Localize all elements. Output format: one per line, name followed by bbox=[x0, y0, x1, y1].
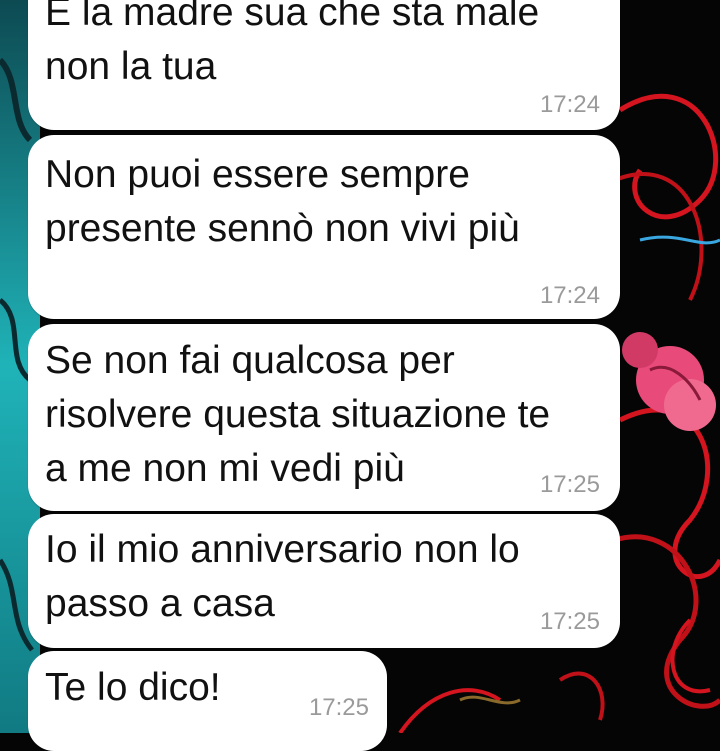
message-bubble[interactable]: Te lo dico! 17:25 bbox=[28, 651, 387, 751]
message-text: Non puoi essere sempre presente sennò no… bbox=[45, 153, 520, 250]
message-text: Io il mio anniversario non lo passo a ca… bbox=[45, 528, 520, 625]
message-text: Te lo dico! bbox=[45, 666, 221, 709]
message-bubble[interactable]: Io il mio anniversario non lo passo a ca… bbox=[28, 514, 620, 648]
message-timestamp: 17:25 bbox=[539, 471, 600, 498]
message-bubble[interactable]: Se non fai qualcosa per risolvere questa… bbox=[28, 324, 620, 511]
message-text: Se non fai qualcosa per risolvere questa… bbox=[45, 339, 551, 490]
message-timestamp: 17:25 bbox=[539, 608, 600, 635]
message-timestamp: 17:24 bbox=[539, 282, 600, 309]
message-timestamp: 17:24 bbox=[539, 91, 600, 118]
message-bubble[interactable]: È la madre sua che sta male non la tua 1… bbox=[28, 0, 620, 130]
message-bubble[interactable]: Non puoi essere sempre presente sennò no… bbox=[28, 135, 620, 319]
message-text: È la madre sua che sta male non la tua bbox=[45, 0, 540, 88]
message-timestamp: 17:25 bbox=[308, 694, 369, 721]
